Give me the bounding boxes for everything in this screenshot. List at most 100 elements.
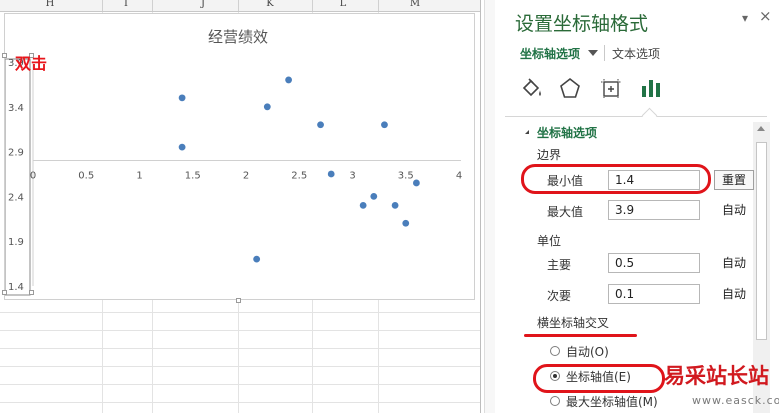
column-header-row: H I J K L M — [0, 0, 480, 12]
close-icon[interactable]: × — [759, 7, 772, 25]
data-point[interactable] — [413, 179, 420, 187]
column-header-j[interactable]: J — [193, 0, 213, 9]
axis-selection-handle[interactable] — [2, 290, 7, 295]
axis-options-bar-icon[interactable] — [639, 76, 663, 100]
vertical-axis-selection[interactable] — [5, 58, 31, 296]
cross-max-value-radio[interactable] — [550, 396, 560, 406]
y-tick-label: 2.9 — [8, 148, 24, 159]
pane-title: 设置坐标轴格式 — [515, 13, 649, 35]
data-point[interactable] — [253, 255, 261, 263]
x-tick-label: 2.5 — [291, 171, 307, 182]
bounds-label: 边界 — [537, 148, 562, 162]
column-header-m[interactable]: M — [405, 0, 425, 9]
y-tick-label: 3.4 — [8, 103, 24, 114]
minor-unit-label: 次要 — [547, 289, 572, 303]
minor-unit-input[interactable] — [608, 284, 700, 304]
tab-text-options[interactable]: 文本选项 — [612, 45, 660, 62]
data-point[interactable] — [381, 121, 388, 129]
column-divider — [102, 0, 103, 11]
min-value-input[interactable] — [608, 170, 700, 190]
x-tick-label: 4 — [456, 171, 462, 182]
scroll-up-icon[interactable] — [757, 126, 765, 131]
data-point[interactable] — [359, 201, 367, 209]
data-points[interactable] — [178, 76, 420, 263]
data-point[interactable] — [263, 103, 271, 111]
x-tick-label: 1 — [136, 171, 142, 182]
x-tick-label: 1.5 — [185, 171, 201, 182]
section-collapse-icon[interactable] — [522, 130, 529, 134]
column-divider — [238, 0, 239, 11]
row-line — [0, 330, 480, 331]
spreadsheet-area[interactable]: H I J K L M 经营绩效 0 0.5 1 1.5 2 2.5 3 3.5 4 1.4 1.… — [0, 0, 480, 413]
x-tick-label: 3 — [349, 171, 355, 182]
row-line — [0, 312, 480, 313]
category-pointer — [641, 107, 658, 124]
column-header-k[interactable]: K — [260, 0, 280, 9]
y-tick-label: 2.4 — [8, 192, 24, 203]
pane-scroll-thumb[interactable] — [756, 142, 767, 340]
x-axis-tick-labels: 0 0.5 1 1.5 2 2.5 3 3.5 4 — [30, 171, 462, 182]
units-label: 单位 — [537, 234, 562, 248]
sheet-vertical-scrollbar[interactable] — [484, 0, 495, 413]
chart-plot[interactable]: 经营绩效 0 0.5 1 1.5 2 2.5 3 3.5 4 1.4 1.9 2.4 2.9 3.4 3.… — [5, 14, 476, 301]
tab-axis-options[interactable]: 坐标轴选项 — [520, 45, 580, 62]
column-divider — [312, 0, 313, 11]
x-tick-label: 2 — [243, 171, 249, 182]
cross-auto-radio[interactable] — [550, 346, 560, 356]
y-tick-label: 1.9 — [8, 237, 24, 248]
min-value-label: 最小值 — [547, 174, 584, 188]
axis-selection-handle[interactable] — [2, 53, 7, 58]
row-line — [0, 384, 480, 385]
column-divider — [378, 0, 379, 11]
chart-title[interactable]: 经营绩效 — [208, 28, 268, 46]
min-reset-button[interactable]: 重置 — [714, 170, 754, 190]
data-point[interactable] — [327, 170, 335, 178]
minor-auto-button[interactable]: 自动 — [714, 285, 754, 305]
column-header-l[interactable]: L — [333, 0, 353, 9]
data-point[interactable] — [317, 121, 324, 129]
category-divider — [505, 116, 767, 117]
horizontal-axis-crosses-label: 横坐标轴交叉 — [537, 316, 610, 330]
watermark-url: www.easck.com — [692, 394, 779, 407]
chevron-down-icon[interactable] — [588, 50, 598, 56]
cross-axis-value-label[interactable]: 坐标轴值(E) — [566, 368, 631, 385]
chart-resize-handle[interactable] — [236, 298, 241, 303]
data-point[interactable] — [370, 193, 378, 200]
row-line — [0, 348, 480, 349]
crosses-label-underline — [524, 334, 637, 337]
format-axis-pane: 设置坐标轴格式 ▾ × 坐标轴选项 文本选项 坐标轴选项 边界 最小值 重置 最… — [495, 0, 779, 413]
row-line — [0, 402, 480, 403]
data-point[interactable] — [285, 76, 292, 84]
major-unit-input[interactable] — [608, 253, 700, 273]
x-tick-label: 0 — [30, 171, 36, 182]
cross-auto-label[interactable]: 自动(O) — [566, 343, 609, 360]
data-point[interactable] — [402, 219, 410, 227]
watermark-logo-text: 易采站长站 — [664, 363, 769, 388]
cross-max-value-label[interactable]: 最大坐标轴值(M) — [566, 393, 658, 410]
axis-selection-handle[interactable] — [29, 290, 34, 295]
x-tick-label: 3.5 — [398, 171, 414, 182]
y-tick-label: 1.4 — [8, 282, 24, 293]
effects-pentagon-icon[interactable] — [558, 76, 582, 100]
section-axis-options-title[interactable]: 坐标轴选项 — [537, 124, 597, 141]
column-header-i[interactable]: I — [116, 0, 136, 9]
data-point[interactable] — [391, 201, 399, 209]
sheet-pane-divider — [480, 0, 481, 413]
data-point[interactable] — [178, 94, 186, 102]
scatter-chart[interactable]: 经营绩效 0 0.5 1 1.5 2 2.5 3 3.5 4 1.4 1.9 2.4 2.9 3.4 3.… — [4, 13, 475, 300]
tab-divider — [604, 45, 605, 61]
major-auto-button[interactable]: 自动 — [714, 254, 754, 274]
max-value-label: 最大值 — [547, 205, 584, 219]
max-auto-button[interactable]: 自动 — [714, 201, 754, 221]
fill-line-icon[interactable] — [520, 76, 544, 100]
size-properties-icon[interactable] — [599, 76, 623, 100]
radio-selected-dot — [553, 374, 557, 378]
max-value-input[interactable] — [608, 200, 700, 220]
column-header-h[interactable]: H — [40, 0, 60, 9]
x-tick-label: 0.5 — [78, 171, 94, 182]
major-unit-label: 主要 — [547, 258, 572, 272]
column-divider — [152, 0, 153, 11]
data-point[interactable] — [178, 143, 186, 151]
cross-axis-value-radio[interactable] — [550, 371, 560, 381]
pin-icon[interactable]: ▾ — [742, 11, 748, 25]
